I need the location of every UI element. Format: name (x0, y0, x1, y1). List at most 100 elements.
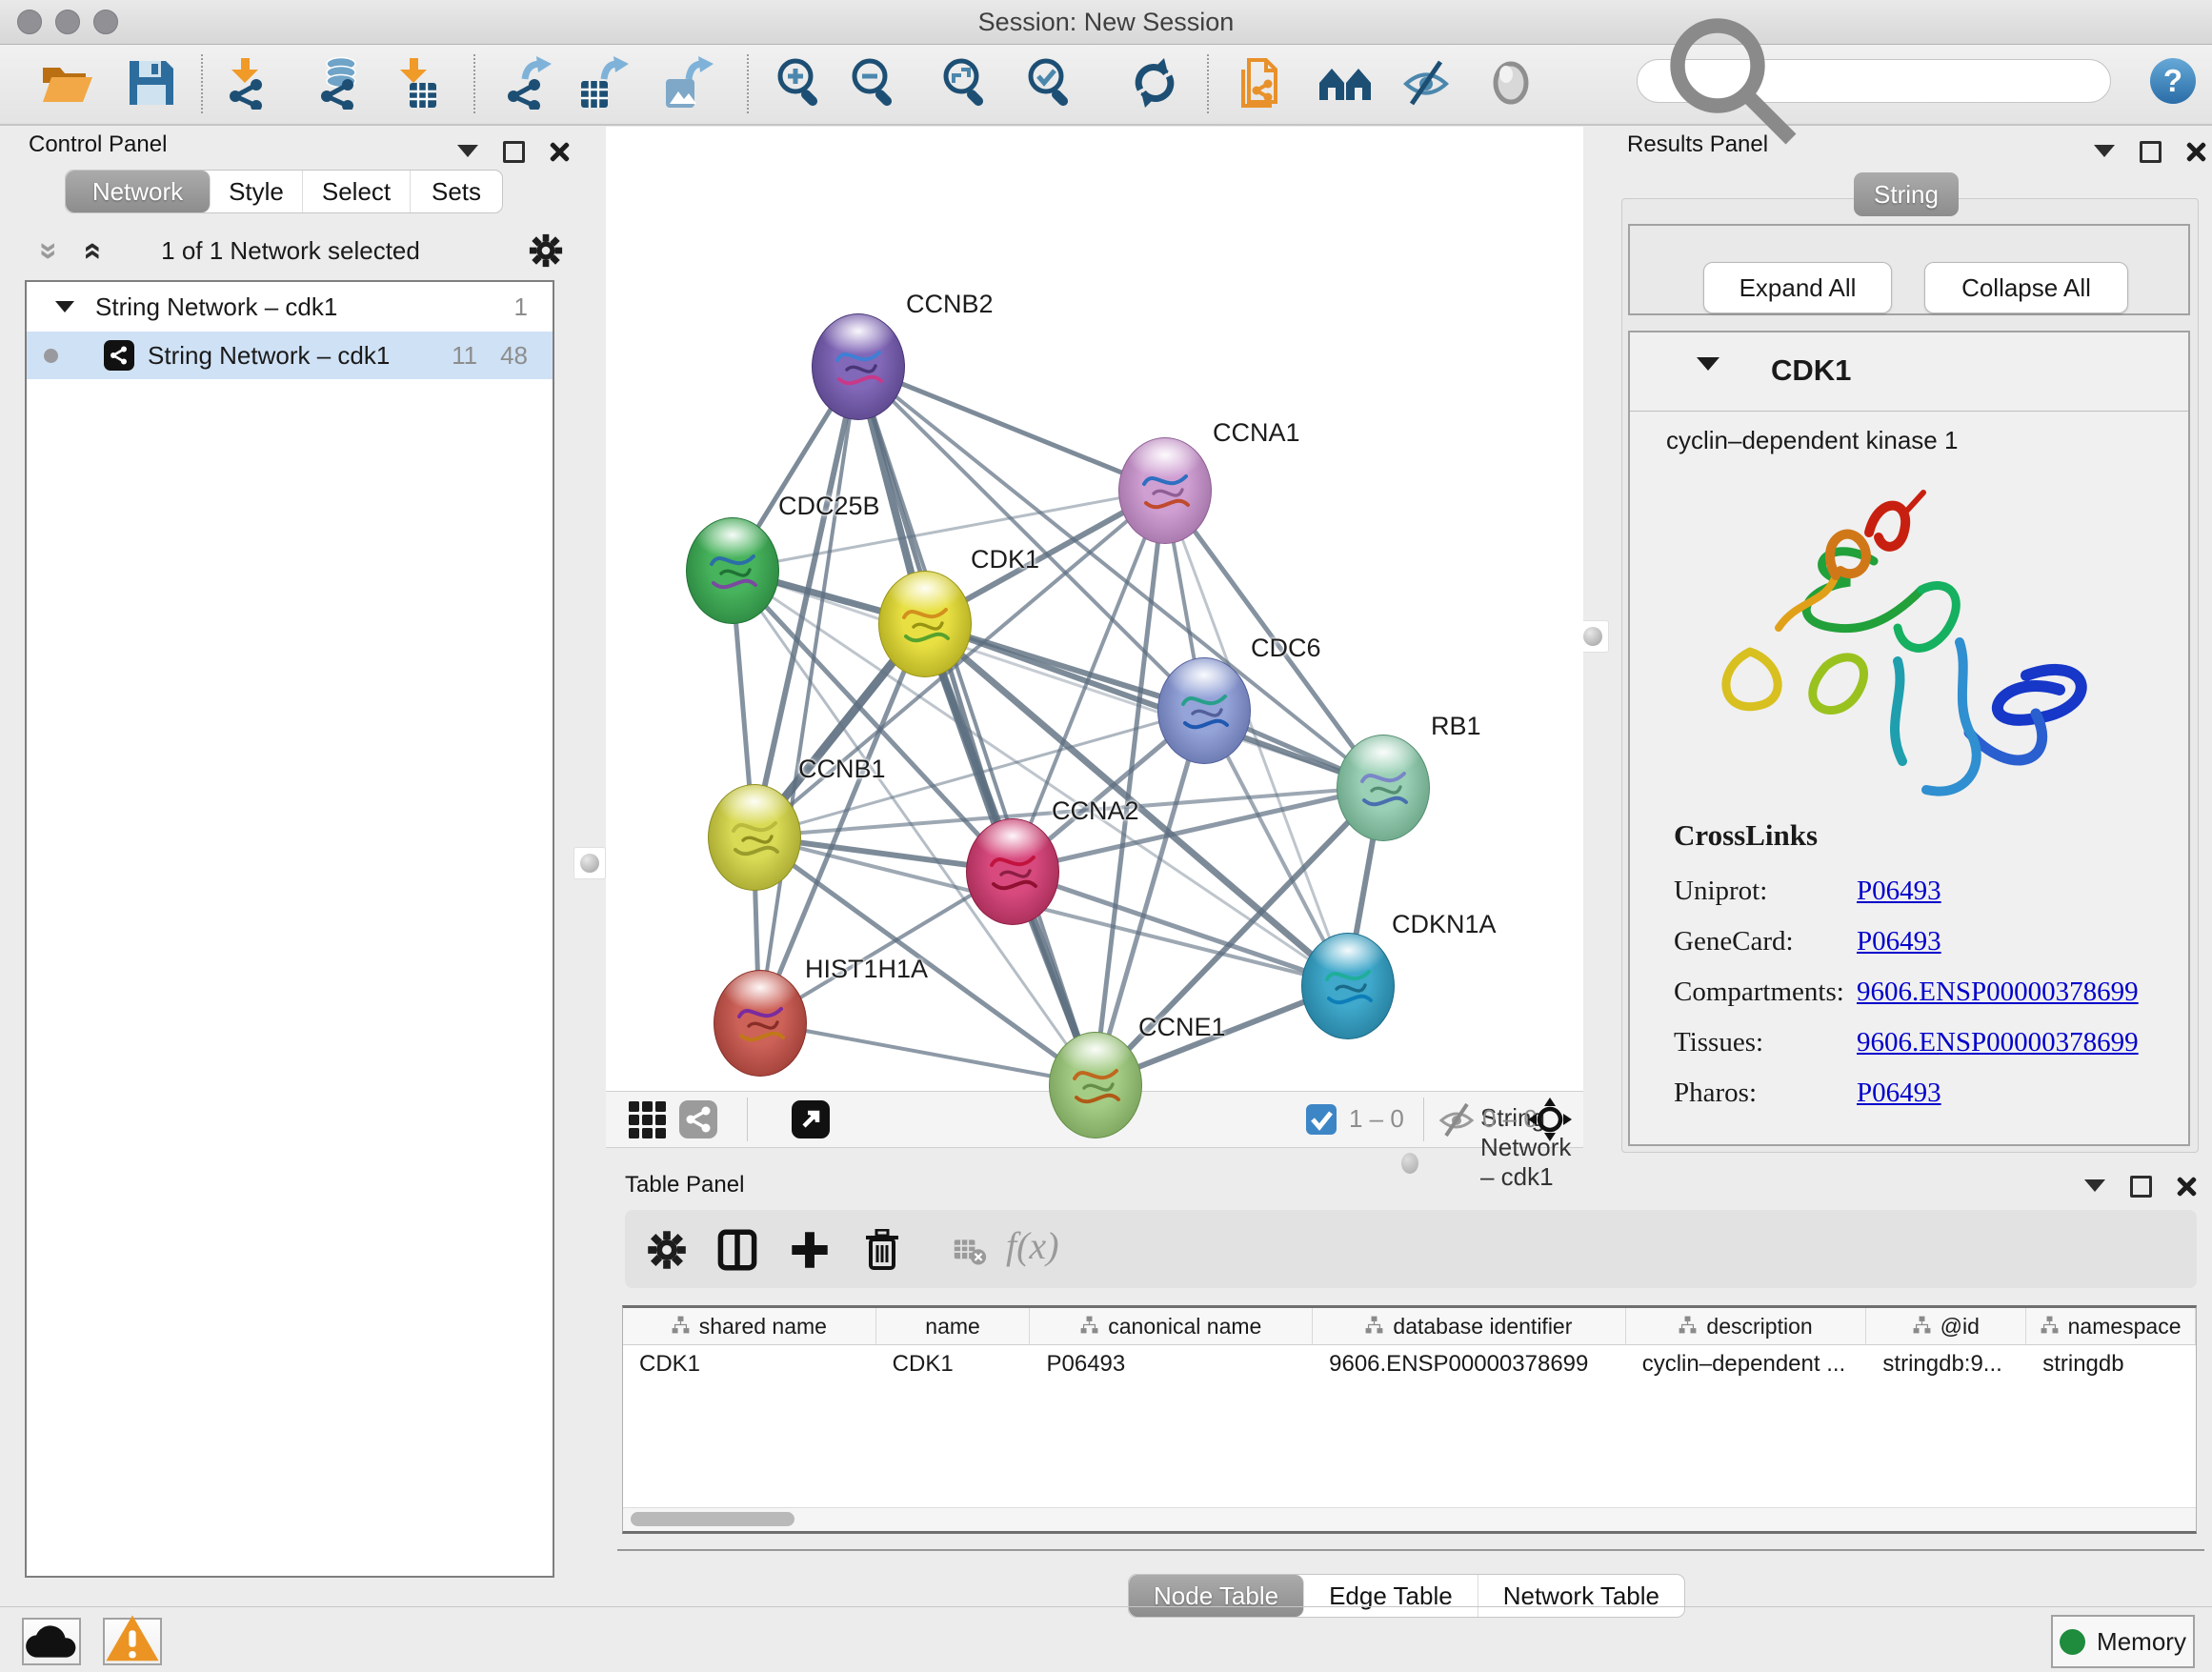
column-header-databaseidentifier[interactable]: database identifier (1313, 1308, 1626, 1344)
control-panel-menu-icon[interactable] (457, 145, 478, 168)
cloud-status-button[interactable] (22, 1618, 81, 1665)
control-panel-float-icon[interactable] (503, 141, 525, 163)
main-toolbar: ? (0, 45, 2212, 126)
import-network-icon (220, 56, 273, 114)
results-panel-menu-icon[interactable] (2094, 145, 2115, 168)
birds-eye-view-icon[interactable] (627, 1099, 667, 1139)
network-node-ccne1[interactable] (1049, 1032, 1142, 1138)
collection-expand-icon[interactable] (55, 301, 74, 322)
export-network-button[interactable] (498, 58, 552, 111)
column-header-canonicalname[interactable]: canonical name (1030, 1308, 1313, 1344)
protein-collapse-icon[interactable] (1697, 357, 1719, 382)
network-node-hist1h1a[interactable] (714, 970, 807, 1077)
network-node-ccnb2[interactable] (812, 313, 905, 420)
network-node-cdc6[interactable] (1157, 657, 1251, 764)
network-overview-icon[interactable] (678, 1099, 718, 1139)
tab-string[interactable]: String (1854, 172, 1959, 216)
help-button[interactable]: ? (2150, 58, 2196, 104)
export-image-button[interactable] (660, 58, 714, 111)
crosslink-row: Tissues:9606.ENSP00000378699 (1674, 1017, 2139, 1068)
tab-sets[interactable]: Sets (411, 171, 502, 212)
network-node-cdkn1a[interactable] (1301, 933, 1395, 1039)
string-import-button[interactable] (1237, 58, 1291, 111)
collapse-all-button[interactable]: Collapse All (1924, 262, 2128, 313)
search-field[interactable] (1637, 59, 2111, 103)
table-options-gear-icon[interactable] (646, 1229, 688, 1271)
network-collection-row[interactable]: String Network – cdk1 1 (27, 282, 553, 332)
table-panel-menu-icon[interactable] (2084, 1179, 2105, 1202)
crosslink-row: Pharos:P06493 (1674, 1068, 2139, 1118)
column-header-description[interactable]: description (1626, 1308, 1867, 1344)
scrollbar-thumb[interactable] (631, 1512, 794, 1526)
crosslink-value-link[interactable]: 9606.ENSP00000378699 (1857, 977, 2139, 1008)
crosslink-label: Compartments: (1674, 977, 1857, 1008)
results-panel-close-icon[interactable] (2186, 142, 2205, 161)
column-header-id[interactable]: @id (1866, 1308, 2026, 1344)
hide-selected-button[interactable] (1399, 58, 1453, 111)
network-node-ccna2[interactable] (966, 818, 1059, 925)
selected-nodes-checkbox[interactable] (1305, 1103, 1337, 1136)
network-node-rb1[interactable] (1337, 735, 1430, 841)
node-label-ccna2: CCNA2 (1052, 796, 1139, 826)
import-network-file-button[interactable] (220, 58, 273, 111)
toolbar-separator (747, 54, 749, 113)
network-row-label: String Network – cdk1 (148, 341, 390, 371)
network-options-gear-icon[interactable] (528, 232, 564, 269)
results-panel-float-icon[interactable] (2140, 141, 2162, 163)
show-all-button[interactable] (1484, 58, 1538, 111)
crosslink-value-link[interactable]: P06493 (1857, 1078, 1941, 1109)
expand-all-button[interactable]: Expand All (1703, 262, 1892, 313)
home-layout-button[interactable] (1318, 58, 1372, 111)
network-node-cdc25b[interactable] (686, 517, 779, 624)
network-row[interactable]: String Network – cdk1 11 48 (27, 332, 553, 379)
zoom-fit-button[interactable] (938, 58, 992, 111)
toolbar-separator (201, 54, 203, 113)
zoom-selected-button[interactable] (1023, 58, 1076, 111)
tab-select[interactable]: Select (303, 171, 411, 212)
import-network-database-button[interactable] (312, 58, 365, 111)
export-table-button[interactable] (575, 58, 629, 111)
export-image-icon (660, 56, 714, 114)
table-horizontal-scrollbar[interactable] (623, 1507, 2196, 1531)
column-header-sharedname[interactable]: shared name (623, 1308, 876, 1344)
search-input[interactable] (1811, 67, 2110, 95)
delete-column-icon[interactable] (861, 1229, 903, 1271)
fit-selected-icon[interactable] (1528, 1098, 1572, 1141)
warnings-button[interactable] (103, 1618, 162, 1665)
table-panel-close-icon[interactable] (2177, 1177, 2196, 1196)
column-header-namespace[interactable]: namespace (2026, 1308, 2196, 1344)
crosslink-row: Compartments:9606.ENSP00000378699 (1674, 967, 2139, 1017)
toolbar-separator (1207, 54, 1209, 113)
column-header-label: database identifier (1393, 1314, 1572, 1340)
node-table[interactable]: shared name namecanonical name database id… (622, 1305, 2197, 1534)
network-node-ccna1[interactable] (1118, 437, 1212, 544)
table-toolbar: f(x) (625, 1210, 2197, 1288)
zoom-in-button[interactable] (773, 58, 826, 111)
table-row[interactable]: CDK1CDK1P064939606.ENSP00000378699cyclin… (623, 1345, 2196, 1383)
crosslink-value-link[interactable]: P06493 (1857, 926, 1941, 957)
refresh-view-button[interactable] (1128, 58, 1181, 111)
crosslink-value-link[interactable]: P06493 (1857, 876, 1941, 907)
column-header-name[interactable]: name (876, 1308, 1031, 1344)
control-panel-close-icon[interactable] (550, 142, 569, 161)
show-columns-icon[interactable] (716, 1229, 758, 1271)
protein-card-header[interactable]: CDK1 (1630, 332, 2188, 412)
network-node-cdk1[interactable] (878, 571, 972, 677)
node-label-ccnb1: CCNB1 (798, 755, 886, 784)
tab-style[interactable]: Style (211, 171, 303, 212)
open-in-browser-icon[interactable] (791, 1099, 831, 1139)
open-session-button[interactable] (40, 58, 93, 111)
table-panel-float-icon[interactable] (2130, 1176, 2152, 1198)
crosslink-value-link[interactable]: 9606.ENSP00000378699 (1857, 1027, 2139, 1058)
network-node-ccnb1[interactable] (708, 784, 801, 891)
import-table-button[interactable] (389, 58, 442, 111)
add-column-icon[interactable] (789, 1229, 831, 1271)
tab-network[interactable]: Network (66, 171, 211, 212)
left-splitter-handle[interactable] (573, 847, 606, 879)
memory-button[interactable]: Memory (2051, 1615, 2195, 1668)
column-header-label: shared name (699, 1314, 827, 1340)
network-canvas[interactable]: CCNB2CCNA1CDC25BCDK1CDC6RB1CCNB1CCNA2CDK… (606, 127, 1583, 1091)
zoom-out-button[interactable] (847, 58, 900, 111)
expand-collapse-box: Expand All Collapse All (1628, 224, 2190, 315)
save-session-button[interactable] (125, 58, 178, 111)
